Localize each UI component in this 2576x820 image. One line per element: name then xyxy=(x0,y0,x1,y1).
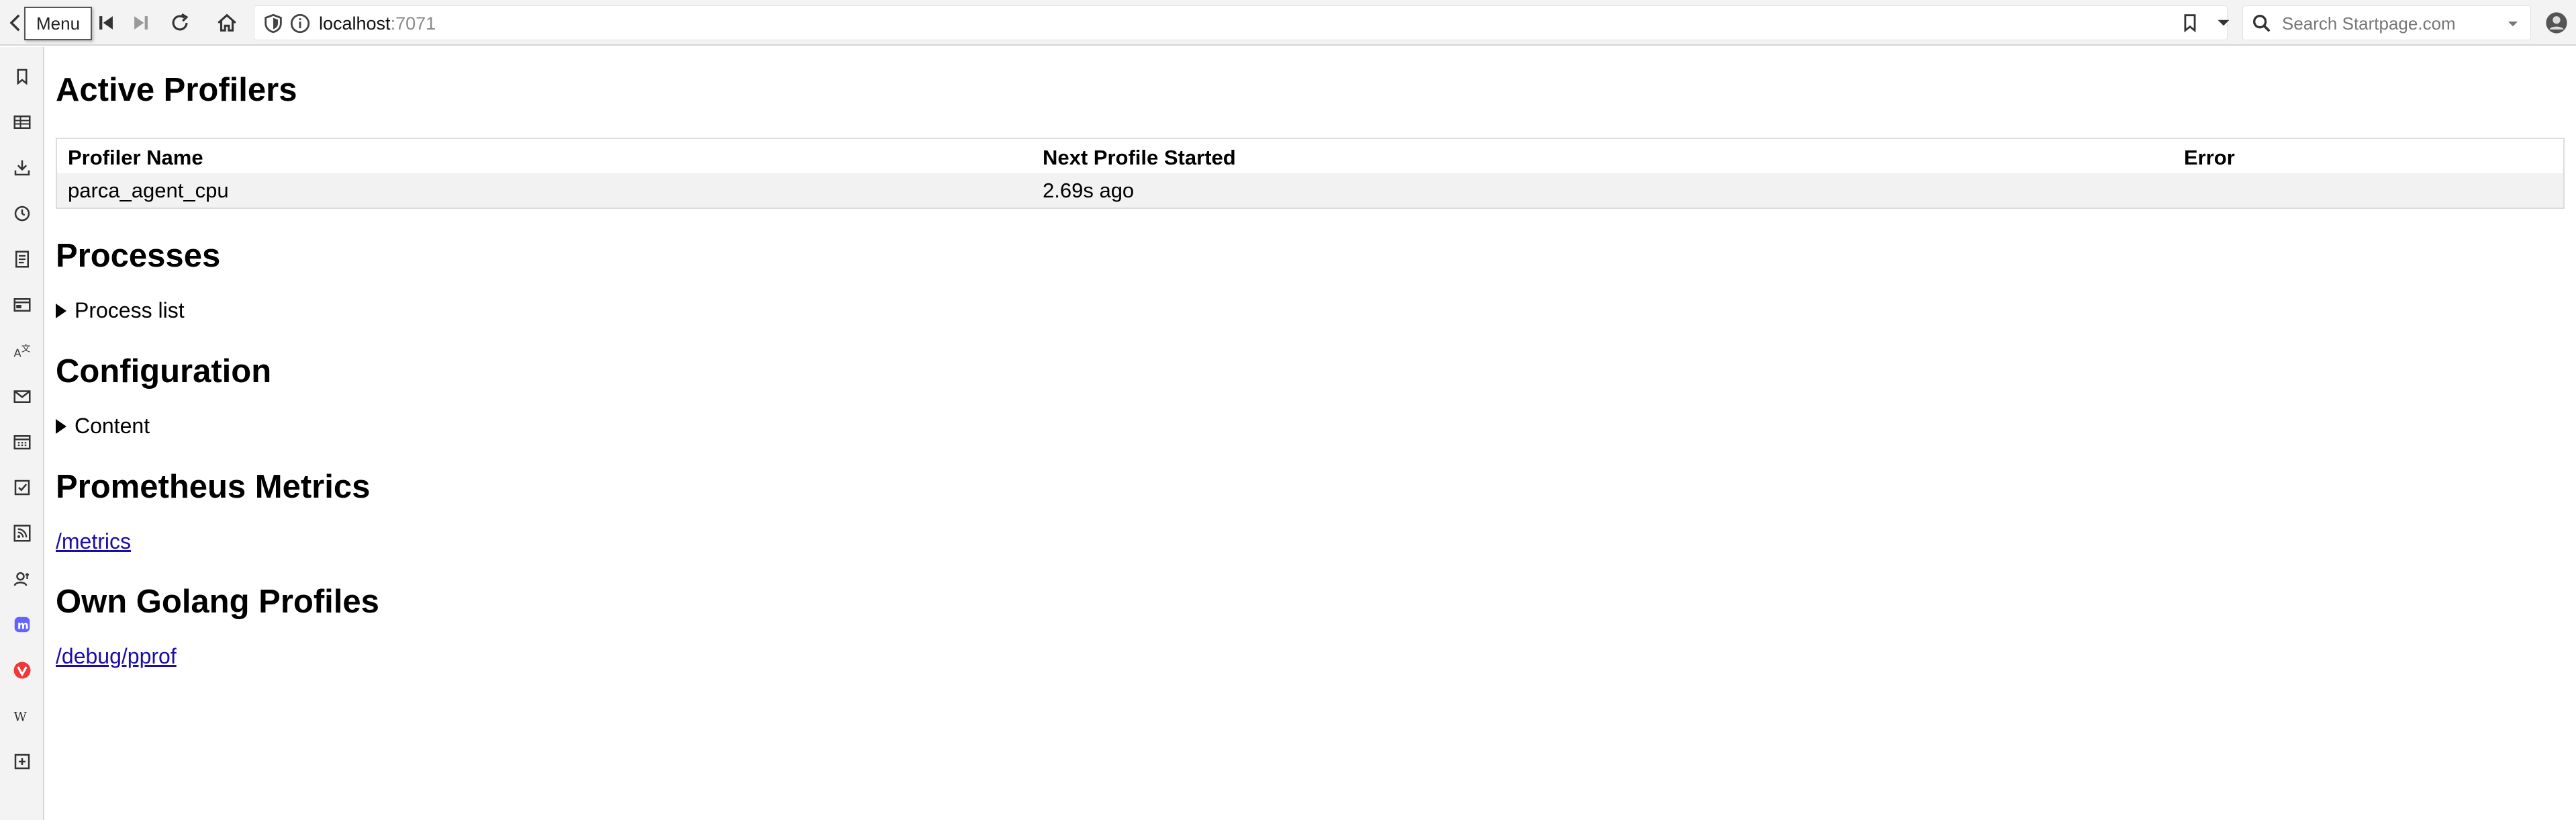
active-profilers-table: Profiler Name Next Profile Started Error… xyxy=(56,138,2565,209)
process-list-label: Process list xyxy=(75,298,185,322)
feeds-icon[interactable] xyxy=(7,518,37,548)
downloads-icon[interactable] xyxy=(7,153,37,183)
search-placeholder: Search Startpage.com xyxy=(2282,13,2456,34)
browser-sidebar: A文 m W xyxy=(0,47,44,820)
cell-profiler-name: parca_agent_cpu xyxy=(56,173,1032,208)
vivaldi-icon[interactable] xyxy=(7,655,37,685)
cell-error xyxy=(2173,173,2564,208)
svg-text:A: A xyxy=(14,347,21,359)
svg-text:W: W xyxy=(14,711,28,725)
bookmark-icon[interactable] xyxy=(2175,8,2205,38)
add-panel-icon[interactable] xyxy=(7,747,37,776)
pprof-link[interactable]: /debug/pprof xyxy=(56,644,177,669)
avatar-icon[interactable] xyxy=(2542,8,2571,38)
skip-back-icon[interactable] xyxy=(91,8,121,38)
column-header-next-profile-started: Next Profile Started xyxy=(1032,138,2173,173)
search-engine-chevron-icon[interactable] xyxy=(2498,9,2528,38)
skip-forward-icon[interactable] xyxy=(126,8,156,38)
url-port: :7071 xyxy=(390,13,436,34)
url-text[interactable]: localhost:7071 xyxy=(319,6,436,41)
processes-heading: Processes xyxy=(56,238,221,274)
disclosure-triangle-icon xyxy=(56,418,66,434)
column-header-error: Error xyxy=(2173,138,2564,173)
table-row: parca_agent_cpu 2.69s ago xyxy=(56,173,2564,208)
browser-toolbar: Menu localhost:7071 Search Startpage.com xyxy=(0,0,2576,46)
svg-text:文: 文 xyxy=(21,343,31,354)
history-icon[interactable] xyxy=(7,199,37,228)
table-header-row: Profiler Name Next Profile Started Error xyxy=(56,138,2564,173)
golang-profiles-heading: Own Golang Profiles xyxy=(56,584,379,620)
content-label: Content xyxy=(75,414,150,438)
mail-icon[interactable] xyxy=(7,381,37,411)
home-icon[interactable] xyxy=(212,8,242,38)
shield-icon[interactable] xyxy=(258,9,288,38)
wikipedia-icon[interactable]: W xyxy=(7,701,37,731)
mastodon-icon[interactable]: m xyxy=(7,610,37,639)
menu-tooltip: Menu xyxy=(24,7,93,40)
search-bar[interactable]: Search Startpage.com xyxy=(2242,5,2531,40)
bookmarks-icon[interactable] xyxy=(7,62,37,91)
address-bar[interactable]: localhost:7071 xyxy=(254,5,2228,40)
info-icon[interactable] xyxy=(285,9,315,38)
svg-text:m: m xyxy=(17,619,29,631)
prometheus-metrics-heading: Prometheus Metrics xyxy=(56,469,371,505)
active-profilers-heading: Active Profilers xyxy=(56,72,297,108)
search-icon[interactable] xyxy=(2247,9,2277,38)
tasks-icon[interactable] xyxy=(7,473,37,502)
metrics-link[interactable]: /metrics xyxy=(56,529,131,554)
column-header-profiler-name: Profiler Name xyxy=(56,138,1032,173)
disclosure-triangle-icon xyxy=(56,303,66,318)
content-toggle[interactable]: Content xyxy=(56,414,150,439)
configuration-heading: Configuration xyxy=(56,353,272,390)
reading-list-icon[interactable] xyxy=(7,107,37,137)
translate-icon[interactable]: A文 xyxy=(7,336,37,365)
menu-tooltip-label: Menu xyxy=(36,13,81,34)
calendar-icon[interactable] xyxy=(7,427,37,457)
process-list-toggle[interactable]: Process list xyxy=(56,298,185,323)
url-host: localhost xyxy=(319,13,391,34)
window-panel-icon[interactable] xyxy=(7,290,37,320)
reload-icon[interactable] xyxy=(165,8,195,38)
cell-next-profile-started: 2.69s ago xyxy=(1032,173,2173,208)
chevron-down-icon[interactable] xyxy=(2209,8,2238,38)
contacts-icon[interactable] xyxy=(7,564,37,594)
notes-icon[interactable] xyxy=(7,244,37,274)
